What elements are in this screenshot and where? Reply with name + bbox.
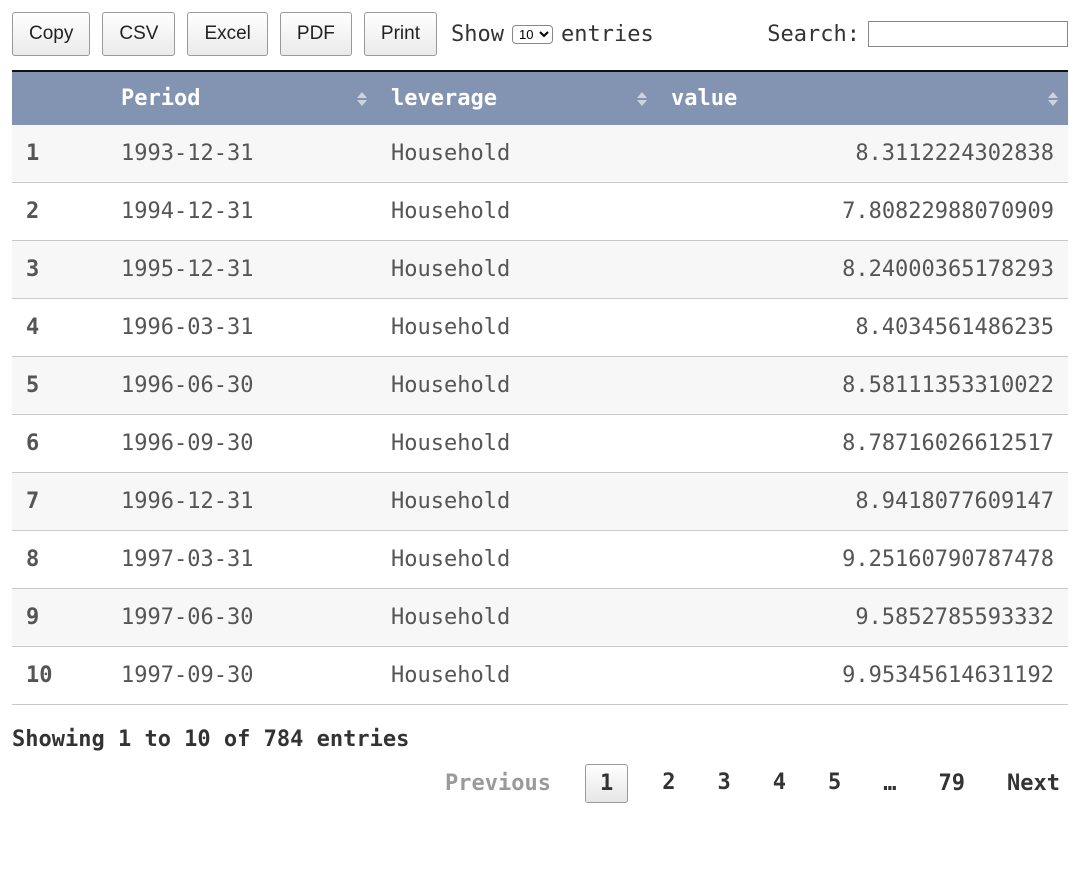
search-control: Search: [767, 21, 1068, 47]
cell-leverage: Household [377, 125, 657, 183]
cell-value: 8.58111353310022 [657, 357, 1068, 415]
table-row: 31995-12-31Household8.24000365178293 [12, 241, 1068, 299]
cell-index: 4 [12, 299, 107, 357]
search-input[interactable] [868, 21, 1068, 47]
cell-value: 8.78716026612517 [657, 415, 1068, 473]
cell-leverage: Household [377, 357, 657, 415]
column-header-label: Period [121, 86, 200, 111]
sort-icon [357, 92, 367, 106]
cell-index: 6 [12, 415, 107, 473]
cell-leverage: Household [377, 415, 657, 473]
paginate-previous[interactable]: Previous [437, 765, 559, 802]
cell-period: 1996-03-31 [107, 299, 377, 357]
page-length-control: Show 10 entries [451, 22, 654, 47]
cell-value: 9.5852785593332 [657, 589, 1068, 647]
sort-icon [637, 92, 647, 106]
table-body: 11993-12-31Household8.311222430283821994… [12, 125, 1068, 705]
cell-period: 1995-12-31 [107, 241, 377, 299]
cell-leverage: Household [377, 647, 657, 705]
cell-leverage: Household [377, 241, 657, 299]
cell-period: 1996-09-30 [107, 415, 377, 473]
cell-period: 1996-12-31 [107, 473, 377, 531]
paginate-ellipsis: … [875, 765, 904, 802]
pagination: Previous 12345 … 79 Next [12, 764, 1068, 803]
cell-value: 8.4034561486235 [657, 299, 1068, 357]
cell-period: 1997-09-30 [107, 647, 377, 705]
sort-icon [1048, 92, 1058, 106]
table-row: 71996-12-31Household8.9418077609147 [12, 473, 1068, 531]
table-row: 61996-09-30Household8.78716026612517 [12, 415, 1068, 473]
export-button-group: Copy CSV Excel PDF Print [12, 12, 437, 56]
datatable-toolbar: Copy CSV Excel PDF Print Show 10 entries… [12, 12, 1068, 56]
cell-value: 8.3112224302838 [657, 125, 1068, 183]
cell-index: 9 [12, 589, 107, 647]
table-row: 41996-03-31Household8.4034561486235 [12, 299, 1068, 357]
table-row: 91997-06-30Household9.5852785593332 [12, 589, 1068, 647]
pdf-button[interactable]: PDF [280, 12, 352, 56]
column-header-period[interactable]: Period [107, 71, 377, 125]
excel-button[interactable]: Excel [187, 12, 267, 56]
csv-button[interactable]: CSV [102, 12, 175, 56]
page-length-select[interactable]: 10 [512, 25, 553, 44]
table-row: 21994-12-31Household7.80822988070909 [12, 183, 1068, 241]
column-header-label: leverage [391, 86, 497, 111]
table-info: Showing 1 to 10 of 784 entries [12, 727, 1068, 752]
cell-index: 7 [12, 473, 107, 531]
print-button[interactable]: Print [364, 12, 437, 56]
cell-leverage: Household [377, 531, 657, 589]
cell-period: 1997-03-31 [107, 531, 377, 589]
paginate-page[interactable]: 4 [765, 764, 794, 803]
cell-leverage: Household [377, 183, 657, 241]
paginate-page[interactable]: 2 [654, 764, 683, 803]
cell-period: 1996-06-30 [107, 357, 377, 415]
cell-value: 8.24000365178293 [657, 241, 1068, 299]
column-header-label: value [671, 86, 737, 111]
table-row: 11993-12-31Household8.3112224302838 [12, 125, 1068, 183]
cell-leverage: Household [377, 589, 657, 647]
cell-index: 1 [12, 125, 107, 183]
search-label: Search: [767, 22, 860, 47]
paginate-page-last[interactable]: 79 [931, 765, 974, 802]
cell-period: 1994-12-31 [107, 183, 377, 241]
paginate-page[interactable]: 1 [585, 764, 628, 803]
cell-period: 1993-12-31 [107, 125, 377, 183]
cell-period: 1997-06-30 [107, 589, 377, 647]
table-row: 51996-06-30Household8.58111353310022 [12, 357, 1068, 415]
column-header-value[interactable]: value [657, 71, 1068, 125]
show-label: Show [451, 22, 504, 47]
table-footer: Showing 1 to 10 of 784 entries Previous … [12, 727, 1068, 803]
column-header-leverage[interactable]: leverage [377, 71, 657, 125]
cell-value: 9.25160790787478 [657, 531, 1068, 589]
copy-button[interactable]: Copy [12, 12, 90, 56]
cell-index: 2 [12, 183, 107, 241]
cell-leverage: Household [377, 473, 657, 531]
paginate-next[interactable]: Next [999, 765, 1068, 802]
data-table: Period leverage value 11993-12-31Househo… [12, 70, 1068, 705]
table-row: 81997-03-31Household9.25160790787478 [12, 531, 1068, 589]
cell-index: 5 [12, 357, 107, 415]
paginate-page[interactable]: 5 [820, 764, 849, 803]
cell-leverage: Household [377, 299, 657, 357]
cell-value: 8.9418077609147 [657, 473, 1068, 531]
cell-index: 10 [12, 647, 107, 705]
cell-value: 9.95345614631192 [657, 647, 1068, 705]
paginate-page[interactable]: 3 [710, 764, 739, 803]
cell-index: 3 [12, 241, 107, 299]
table-header-row: Period leverage value [12, 71, 1068, 125]
entries-label: entries [561, 22, 654, 47]
cell-value: 7.80822988070909 [657, 183, 1068, 241]
table-row: 101997-09-30Household9.95345614631192 [12, 647, 1068, 705]
column-header-index[interactable] [12, 71, 107, 125]
cell-index: 8 [12, 531, 107, 589]
